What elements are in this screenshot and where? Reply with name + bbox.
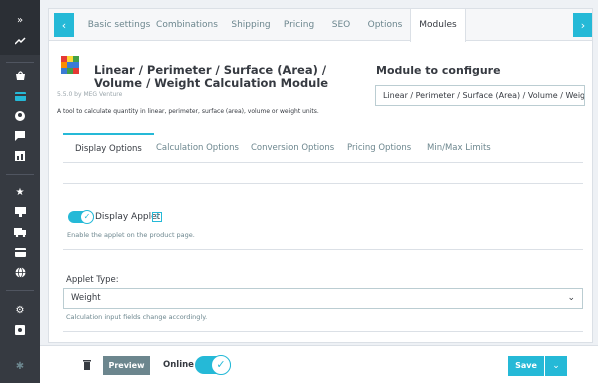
chevron-right-icon[interactable]: › [573,13,592,37]
subtab-conversion-options[interactable]: Conversion Options [251,133,334,163]
trend-icon[interactable] [12,33,28,49]
chevron-down-icon[interactable]: ⌄ [545,356,567,376]
puzzle-icon[interactable]: ★ [12,184,28,200]
module-icon[interactable]: ✱ [12,358,28,374]
shopping-bag-icon[interactable] [12,67,28,83]
applet-type-select[interactable]: Weight ⌄ [63,288,583,309]
section-divider [63,183,583,184]
display-applet-help: Enable the applet on the product page. [67,231,195,239]
chevron-left-icon[interactable]: ‹ [54,13,74,37]
applet-type-label: Applet Type: [66,275,119,285]
trash-icon[interactable] [83,360,91,370]
sidebar-divider [6,290,34,291]
module-to-configure-select[interactable]: Linear / Perimeter / Surface (Area) / Vo… [375,85,585,106]
tab-combinations[interactable]: Combinations [152,9,222,41]
applet-type-value: Weight [71,293,101,303]
settings-box-icon[interactable] [12,322,28,338]
display-applet-label: Display Applet [95,212,161,222]
sidebar-divider [6,62,34,63]
module-to-configure-label: Module to configure [376,64,501,77]
save-button[interactable]: Save [508,356,544,376]
check-icon: ✓ [80,210,94,224]
preview-button[interactable]: Preview [103,356,150,375]
main-panel: ‹ Basic settings Combinations Shipping P… [48,8,593,343]
section-divider [63,331,583,332]
gear-icon[interactable]: ⚙ [12,302,28,318]
config-subtabs: Display Options Calculation Options Conv… [63,133,583,163]
check-icon: ✓ [211,355,231,375]
module-title: Linear / Perimeter / Surface (Area) / Vo… [94,63,329,90]
product-tabs: ‹ Basic settings Combinations Shipping P… [49,9,592,42]
chat-icon[interactable] [12,128,28,144]
chevron-down-icon: ⌄ [567,293,575,303]
section-divider [63,249,583,250]
payment-icon[interactable] [12,244,28,260]
module-description: A tool to calculate quantity in linear, … [57,108,319,115]
globe-icon[interactable] [12,264,28,280]
monitor-icon[interactable] [12,204,28,220]
subtab-min-max-limits[interactable]: Min/Max Limits [427,133,491,163]
module-logo-icon [59,54,81,76]
tab-modules[interactable]: Modules [410,9,466,42]
applet-type-help: Calculation input fields change accordin… [66,313,208,321]
help-icon[interactable]: ? [152,212,162,222]
chart-icon[interactable] [12,148,28,164]
module-version: 5.5.0 by MEG Venture [57,91,123,98]
tab-pricing[interactable]: Pricing [279,9,319,41]
online-label: Online [163,360,194,370]
subtab-display-options[interactable]: Display Options [63,133,154,163]
user-icon[interactable] [12,108,28,124]
subtab-pricing-options[interactable]: Pricing Options [347,133,411,163]
double-chevron-right-icon[interactable]: » [12,12,28,28]
sidebar-divider [6,174,34,175]
tab-seo[interactable]: SEO [326,9,356,41]
truck-icon[interactable] [12,224,28,240]
tab-options[interactable]: Options [365,9,405,41]
card-icon[interactable] [12,88,28,104]
tab-basic-settings[interactable]: Basic settings [79,9,159,41]
subtab-calculation-options[interactable]: Calculation Options [156,133,239,163]
sidebar: » ★ ⚙ ✱ [0,0,40,383]
footer-toolbar: Preview Online ✓ Save ⌄ [40,345,598,383]
online-toggle[interactable]: ✓ [195,355,231,375]
display-applet-toggle[interactable]: ✓ [68,210,94,224]
tab-shipping[interactable]: Shipping [227,9,275,41]
